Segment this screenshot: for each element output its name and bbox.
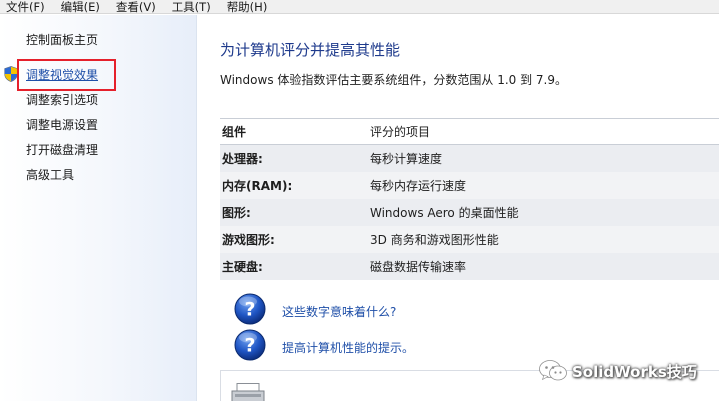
row-rated: 每秒计算速度 — [370, 152, 443, 166]
menu-file[interactable]: 文件(F) — [6, 0, 45, 14]
row-component: 图形: — [222, 206, 251, 220]
wechat-icon — [539, 360, 567, 381]
question-help-icon[interactable]: ? — [234, 293, 266, 325]
help-item: ? 这些数字意味着什么? — [220, 291, 719, 327]
table-row: 游戏图形: 3D 商务和游戏图形性能 — [220, 226, 719, 253]
menu-edit[interactable]: 编辑(E) — [61, 0, 100, 14]
watermark-text: SolidWorks技巧 — [572, 362, 697, 381]
row-rated: 每秒内存运行速度 — [370, 179, 467, 193]
table-row: 处理器: 每秒计算速度 — [220, 145, 719, 172]
row-component: 主硬盘: — [222, 260, 263, 274]
components-table: 组件 评分的项目 处理器: 每秒计算速度 内存(RAM): 每秒内存运行速度 图… — [220, 118, 719, 280]
svg-text:?: ? — [244, 299, 255, 321]
uac-shield-icon — [4, 66, 18, 82]
row-component: 游戏图形: — [222, 233, 275, 247]
row-rated: 磁盘数据传输速率 — [370, 260, 467, 274]
page-description: Windows 体验指数评估主要系统组件，分数范围从 1.0 到 7.9。 — [220, 73, 567, 87]
svg-text:?: ? — [244, 335, 255, 357]
question-help-icon[interactable]: ? — [234, 329, 266, 361]
sidebar-item-disk-cleanup[interactable]: 打开磁盘清理 — [26, 142, 98, 158]
row-rated: 3D 商务和游戏图形性能 — [370, 233, 499, 247]
row-rated: Windows Aero 的桌面性能 — [370, 206, 519, 220]
table-row: 内存(RAM): 每秒内存运行速度 — [220, 172, 719, 199]
table-row: 图形: Windows Aero 的桌面性能 — [220, 199, 719, 226]
table-row: 主硬盘: 磁盘数据传输速率 — [220, 253, 719, 280]
menu-tools[interactable]: 工具(T) — [172, 0, 211, 14]
performance-tips-link[interactable]: 提高计算机性能的提示。 — [282, 339, 414, 356]
menu-bar: 文件(F) 编辑(E) 查看(V) 工具(T) 帮助(H) — [0, 0, 719, 14]
help-links-panel: ? 这些数字意味着什么? ? 提高计算机性能的提示。 — [220, 287, 719, 362]
table-header: 组件 评分的项目 — [220, 118, 719, 145]
main-content: 为计算机评分并提高其性能 Windows 体验指数评估主要系统组件，分数范围从 … — [198, 15, 719, 401]
page-title: 为计算机评分并提高其性能 — [220, 41, 401, 59]
header-component: 组件 — [222, 125, 247, 139]
sidebar-item-adjust-indexing[interactable]: 调整索引选项 — [26, 92, 98, 108]
control-panel-home-link[interactable]: 控制面板主页 — [26, 32, 98, 48]
printer-icon — [231, 383, 265, 401]
row-component: 处理器: — [222, 152, 263, 166]
watermark: SolidWorks技巧 — [538, 358, 697, 384]
header-rated-items: 评分的项目 — [370, 125, 431, 139]
row-component: 内存(RAM): — [222, 179, 293, 193]
what-numbers-mean-link[interactable]: 这些数字意味着什么? — [282, 303, 396, 320]
sidebar-item-advanced-tools[interactable]: 高级工具 — [26, 167, 74, 183]
sidebar: 控制面板主页 调整视觉效果 调整索引选项 调整电源设置 打开磁盘清理 高级工具 — [0, 15, 197, 401]
menu-view[interactable]: 查看(V) — [116, 0, 156, 14]
highlight-box — [17, 59, 116, 91]
sidebar-item-adjust-power[interactable]: 调整电源设置 — [26, 117, 98, 133]
menu-help[interactable]: 帮助(H) — [227, 0, 268, 14]
